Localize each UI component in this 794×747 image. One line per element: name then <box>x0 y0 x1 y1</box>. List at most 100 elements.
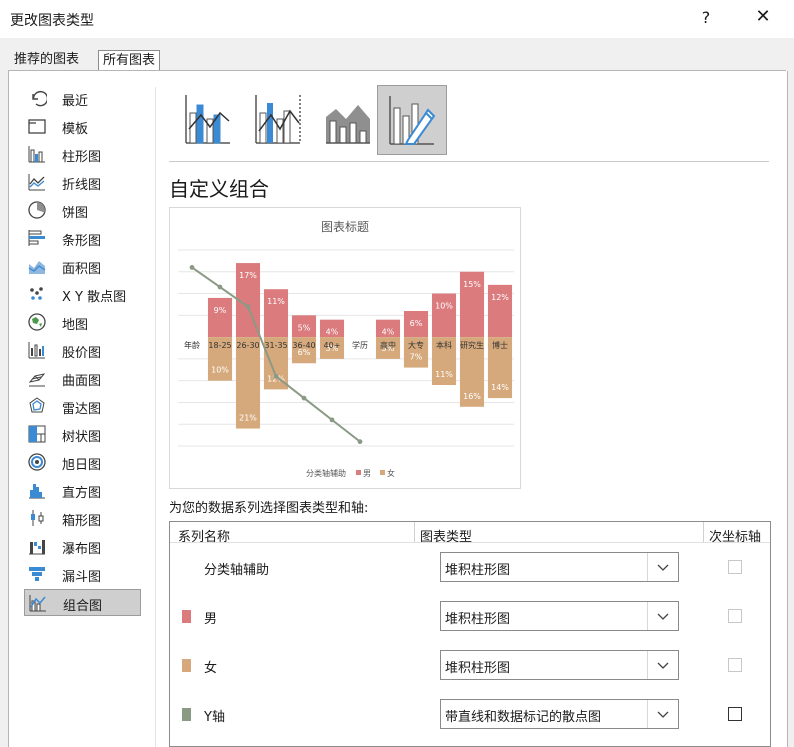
sidebar-item-label: 柱形图 <box>62 150 102 165</box>
yaxis-series-marker <box>301 395 307 401</box>
secondary-axis-checkbox[interactable] <box>728 560 742 574</box>
sidebar-item-combo-chart[interactable]: 组合图 <box>24 589 141 616</box>
chevron-down-icon[interactable] <box>647 651 678 679</box>
bar-data-label: 4% <box>326 328 339 337</box>
chevron-down-icon[interactable] <box>647 553 678 581</box>
sidebar-item-label: 面积图 <box>62 262 102 277</box>
sidebar-item-label: X Y 散点图 <box>62 290 127 305</box>
chevron-down-icon[interactable] <box>647 700 678 728</box>
category-label: 学历 <box>352 340 368 350</box>
treemap-chart-icon <box>28 425 46 443</box>
category-label: 40+ <box>324 341 341 350</box>
tab-all-charts[interactable]: 所有图表 <box>98 50 161 70</box>
bar-male <box>207 297 233 338</box>
combo-subtype-clustered-column-line[interactable] <box>174 85 244 155</box>
sidebar-item-label: 瀑布图 <box>62 542 102 557</box>
sidebar-item-surface-chart[interactable]: 曲面图 <box>24 365 141 392</box>
series-color-swatch <box>182 708 191 721</box>
sidebar-item-column-chart[interactable]: 柱形图 <box>24 141 141 168</box>
sidebar-item-treemap-chart[interactable]: 树状图 <box>24 421 141 448</box>
histogram-chart-icon <box>29 484 45 499</box>
section-title: 自定义组合 <box>169 177 269 201</box>
sidebar-item-folder[interactable]: 模板 <box>24 113 141 140</box>
header-divider <box>414 522 415 542</box>
bar-data-label: 12% <box>491 293 509 302</box>
bar-data-label: 4% <box>382 328 395 337</box>
legend-swatch-female <box>380 470 385 475</box>
combo-subtype-stacked-area-column[interactable] <box>314 85 384 155</box>
secondary-axis-checkbox[interactable] <box>728 707 742 721</box>
combo-subtype-custom-combination[interactable] <box>377 85 447 155</box>
sidebar-item-label: 漏斗图 <box>62 570 102 585</box>
category-label: 研究生 <box>460 340 484 350</box>
waterfall-chart-icon <box>29 540 45 555</box>
yaxis-series-marker <box>329 417 335 423</box>
sidebar-item-undo[interactable]: 最近 <box>24 85 141 112</box>
sidebar-item-label: 雷达图 <box>62 402 102 417</box>
chevron-down-icon[interactable] <box>647 602 678 630</box>
legend-entry-helper: 分类轴辅助 <box>306 468 346 478</box>
legend-entry-female: 女 <box>387 468 395 478</box>
category-label: 18-25 <box>208 341 231 350</box>
category-label: 31-35 <box>264 341 287 350</box>
sunburst-chart-icon <box>28 453 46 471</box>
series-row: 男 堆积柱形图 <box>170 593 770 641</box>
sidebar-item-line-chart[interactable]: 折线图 <box>24 169 141 196</box>
chart-type-value: 带直线和数据标记的散点图 <box>445 710 602 725</box>
bar-data-label: 15% <box>463 280 481 289</box>
sidebar-item-bar-chart[interactable]: 条形图 <box>24 225 141 252</box>
secondary-axis-checkbox[interactable] <box>728 658 742 672</box>
sidebar-item-stock-chart[interactable]: 股价图 <box>24 337 141 364</box>
chart-type-dropdown[interactable]: 堆积柱形图 <box>440 601 679 631</box>
subtype-divider <box>169 161 769 162</box>
chart-type-dropdown[interactable]: 堆积柱形图 <box>440 650 679 680</box>
area-chart-icon <box>28 261 46 274</box>
sidebar-item-label: 模板 <box>62 122 89 137</box>
sidebar-item-sunburst-chart[interactable]: 旭日图 <box>24 449 141 476</box>
bar-male <box>431 293 457 338</box>
sidebar-item-label: 最近 <box>62 94 89 109</box>
combo-subtype-column-line-secondary[interactable] <box>244 85 314 155</box>
category-label: 36-40 <box>292 341 315 350</box>
folder-icon <box>28 119 46 134</box>
surface-chart-icon <box>28 373 46 387</box>
close-button[interactable]: ✕ <box>750 6 776 27</box>
chart-preview: 图表标题 9% 17% 11% 5% 4% 4% 6% 10% 15% 12% 10% 21% 12% 6… <box>169 207 521 489</box>
yaxis-series-marker <box>273 373 279 379</box>
category-label: 博士 <box>492 340 508 350</box>
stock-chart-icon <box>28 342 45 359</box>
sidebar-item-scatter-chart[interactable]: X Y 散点图 <box>24 281 141 308</box>
sidebar-item-label: 旭日图 <box>62 458 102 473</box>
yaxis-series-marker <box>357 439 363 445</box>
help-button[interactable]: ? <box>696 8 716 27</box>
undo-icon <box>32 90 47 107</box>
chart-type-dropdown[interactable]: 堆积柱形图 <box>440 552 679 582</box>
tab-recommended-charts[interactable]: 推荐的图表 <box>10 50 83 69</box>
sidebar-item-label: 组合图 <box>63 599 103 614</box>
chart-type-dropdown[interactable]: 带直线和数据标记的散点图 <box>440 699 679 729</box>
column-chart-icon <box>28 146 45 163</box>
yaxis-series-marker <box>245 304 251 310</box>
legend-swatch-male <box>356 470 361 475</box>
bar-data-label: 11% <box>435 370 453 379</box>
series-name: Y轴 <box>204 710 225 725</box>
bar-data-label: 17% <box>239 271 257 280</box>
sidebar-item-histogram-chart[interactable]: 直方图 <box>24 477 141 504</box>
series-row: 分类轴辅助 堆积柱形图 <box>170 544 770 592</box>
bar-data-label: 14% <box>491 383 509 392</box>
sidebar-item-waterfall-chart[interactable]: 瀑布图 <box>24 533 141 560</box>
series-grid: 系列名称 图表类型 次坐标轴 分类轴辅助 堆积柱形图男堆积柱形图女堆积柱形图 Y轴带… <box>169 521 771 747</box>
funnel-chart-icon <box>29 567 45 581</box>
sidebar-item-box-whisker-chart[interactable]: 箱形图 <box>24 505 141 532</box>
sidebar-item-funnel-chart[interactable]: 漏斗图 <box>24 561 141 588</box>
sidebar-item-radar-chart[interactable]: 雷达图 <box>24 393 141 420</box>
radar-chart-icon <box>29 397 45 413</box>
header-divider <box>703 522 704 542</box>
sidebar-item-pie-chart[interactable]: 饼图 <box>24 197 141 224</box>
sidebar-item-label: 折线图 <box>62 178 102 193</box>
sidebar-item-area-chart[interactable]: 面积图 <box>24 253 141 280</box>
secondary-axis-checkbox[interactable] <box>728 609 742 623</box>
sidebar-item-map-chart[interactable]: 地图 <box>24 309 141 336</box>
map-chart-icon <box>28 313 46 331</box>
clustered-column-line-icon <box>185 95 230 144</box>
